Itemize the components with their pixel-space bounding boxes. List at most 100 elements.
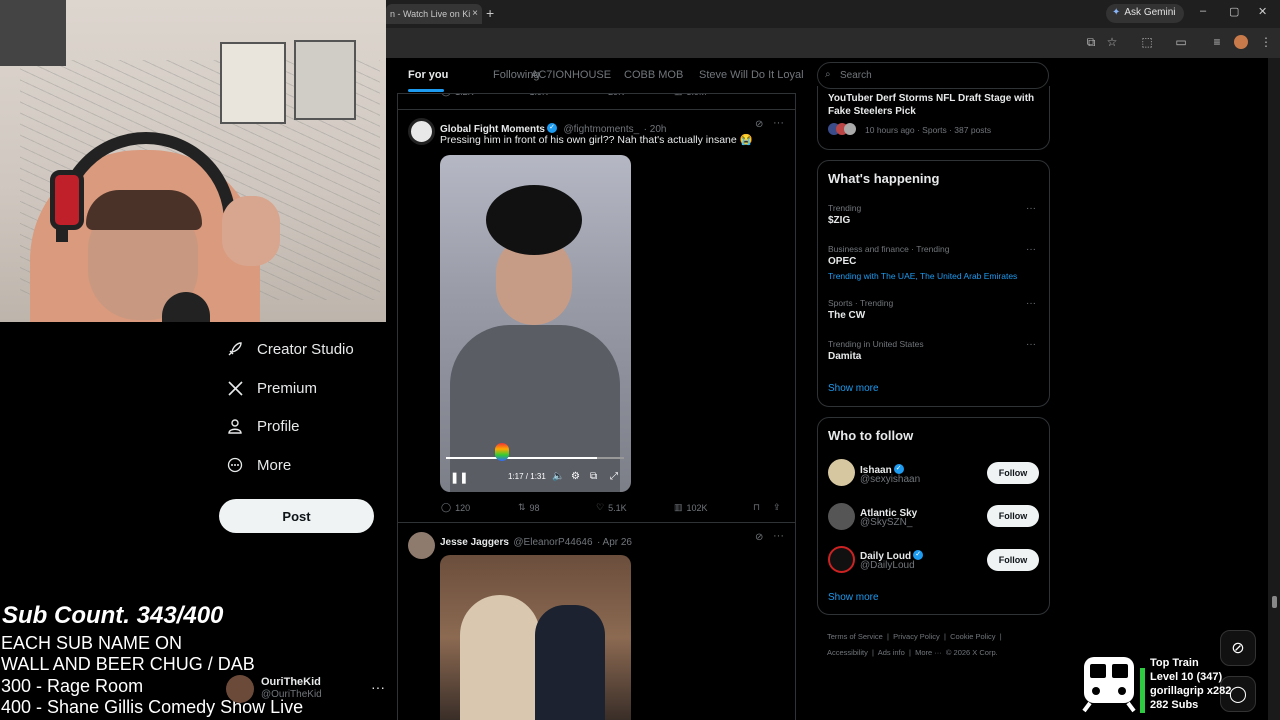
trend-title: Damita [828,351,862,362]
follow-avatar[interactable] [828,546,855,573]
train-subs: 282 Subs [1150,699,1199,711]
follow-avatar[interactable] [828,503,855,530]
extensions-icon[interactable]: ⬚ [1139,35,1155,51]
grok-icon: ⊘ [1231,640,1245,657]
tweet-avatar[interactable] [408,532,435,559]
nav-label: Profile [257,417,300,435]
footer-links[interactable]: Terms of Service | Privacy Policy | Cook… [827,629,1047,645]
follow-button[interactable]: Follow [987,505,1039,527]
tweet-time[interactable]: · Apr 26 [597,537,632,548]
trend-more-icon[interactable]: ··· [1026,339,1036,350]
search-input[interactable]: Search [817,62,1049,89]
tab-for-you[interactable]: For you [408,69,448,81]
nav-creator-studio[interactable]: Creator Studio [226,335,354,363]
views-icon: ▥ [674,502,683,512]
views-button[interactable]: ▥ 102K [674,502,708,513]
account-more-icon[interactable]: ··· [371,679,385,695]
video-subject-hair [486,185,582,255]
tab-steve-will-do-it-loyal[interactable]: Steve Will Do It Loyal [699,69,804,81]
chat-bubble-icon: ◯ [1229,686,1247,703]
trend-item[interactable]: Trending in United States Damita ··· [818,337,1049,371]
sidebar-footer: Terms of Service | Privacy Policy | Cook… [827,629,1047,661]
grok-icon[interactable]: ⊘ [755,532,763,543]
repost-button[interactable]: ⇅ 98 [518,502,540,513]
nav-premium[interactable]: Premium [226,374,317,402]
footer-links[interactable]: Accessibility | Ads info | More ··· © 20… [827,645,1047,661]
tweet-author-handle[interactable]: @EleanorP44646 [513,537,592,548]
tweet-avatar[interactable] [408,118,435,145]
tab-title: n - Watch Live on Ki [390,9,471,19]
install-icon[interactable]: ⧉ [1083,35,1099,51]
like-button[interactable]: ♡ 5.1K [596,502,627,513]
trend-meta: Trending in United States [828,339,924,349]
trend-meta: Trending [828,203,862,213]
trend-item[interactable]: Sports · Trending The CW ··· [818,296,1049,330]
nav-label: Premium [257,379,318,397]
video-time: 1:17 / 1:31 [508,472,546,481]
follow-button[interactable]: Follow [987,462,1039,484]
nav-profile[interactable]: Profile [226,412,300,440]
feed-tabs: For you Following AC7IONHOUSE COBB MOB S… [397,58,804,94]
pip-icon[interactable]: ⧉ [590,471,597,482]
video-controls: ❚❚ 1:17 / 1:31 🔈 ⚙ ⧉ ⤢ [440,467,631,487]
gemini-sparkle-icon: ✦ [1112,7,1121,18]
profile-avatar[interactable] [1234,35,1248,49]
share-icon[interactable]: ⇪ [773,502,781,513]
scrollbar-thumb[interactable] [1272,596,1277,608]
scrollbar[interactable] [1268,58,1280,720]
tweet-divider [397,109,796,110]
pause-icon[interactable]: ❚❚ [450,471,468,484]
news-card[interactable]: YouTuber Derf Storms NFL Draft Stage wit… [817,86,1050,150]
maximize-button[interactable]: ▢ [1229,5,1239,18]
view-count: 102K [686,502,708,513]
trend-more-icon[interactable]: ··· [1026,203,1036,214]
menu-icon[interactable]: ⋮ [1258,35,1274,51]
tab-close-icon[interactable]: × [472,8,478,19]
fullscreen-icon[interactable]: ⤢ [610,471,618,482]
tweet-video[interactable] [440,555,631,720]
reply-button[interactable]: ◯ 120 [441,502,470,513]
video-subject [460,595,540,720]
close-window-button[interactable]: ✕ [1258,5,1267,18]
trend-title: $ZIG [828,215,851,226]
nav-more[interactable]: More [226,451,291,479]
news-title[interactable]: YouTuber Derf Storms NFL Draft Stage wit… [828,92,1043,118]
nav-label: Creator Studio [257,340,354,358]
star-icon[interactable]: ☆ [1104,35,1120,51]
new-tab-button[interactable]: + [486,5,494,21]
bookmark-icon[interactable]: ⊓ [753,502,760,513]
follow-avatar[interactable] [828,459,855,486]
browser-tab[interactable]: n - Watch Live on Ki × [386,4,482,24]
video-subject [535,605,605,720]
tweet-more-icon[interactable]: ··· [773,117,784,129]
tweet-author-name[interactable]: Jesse Jaggers [440,537,509,548]
trend-more-icon[interactable]: ··· [1026,244,1036,255]
post-button[interactable]: Post [219,499,374,533]
tab-cobb-mob[interactable]: COBB MOB [624,69,683,81]
tweet-video[interactable]: ❚❚ 1:17 / 1:31 🔈 ⚙ ⧉ ⤢ [440,155,631,492]
tab-ac7ionhouse[interactable]: AC7IONHOUSE [531,69,611,81]
news-meta: 10 hours ago · Sports · 387 posts [865,125,992,135]
minimize-button[interactable]: – [1200,5,1206,17]
train-title: Top Train [1150,657,1199,669]
trends-show-more[interactable]: Show more [828,383,879,394]
settings-icon[interactable]: ⚙ [571,471,580,482]
follow-show-more[interactable]: Show more [828,592,879,603]
ask-gemini-button[interactable]: ✦ Ask Gemini [1106,4,1184,23]
trend-item[interactable]: Trending $ZIG ··· [818,199,1049,233]
account-avatar [226,675,254,703]
reading-list-icon[interactable]: ≡ [1209,35,1225,51]
trend-related[interactable]: Trending with The UAE, The United Arab E… [828,271,1017,281]
x-logo-icon [226,379,244,397]
grok-icon[interactable]: ⊘ [755,119,763,130]
volume-icon[interactable]: 🔈 [552,471,564,482]
trend-item[interactable]: Business and finance · Trending OPEC Tre… [818,241,1049,285]
trend-title: The CW [828,310,866,321]
train-level: Level 10 (347) [1150,671,1223,683]
follow-button[interactable]: Follow [987,549,1039,571]
webcam-feed [0,0,386,322]
trend-more-icon[interactable]: ··· [1026,298,1036,309]
grok-button[interactable]: ⊘ [1220,630,1256,666]
tweet-more-icon[interactable]: ··· [773,530,784,542]
split-view-icon[interactable]: ▭ [1173,35,1189,51]
